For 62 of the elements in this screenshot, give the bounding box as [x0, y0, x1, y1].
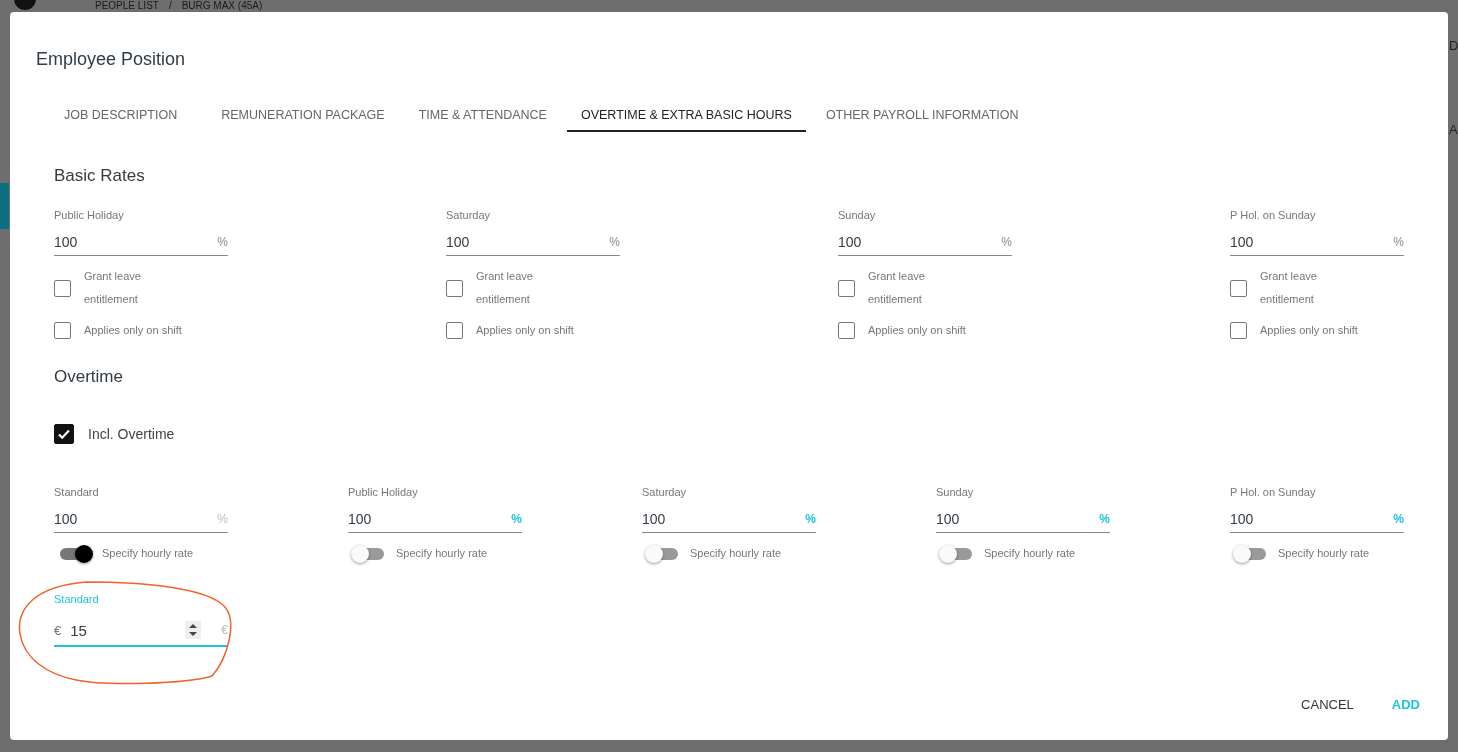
tab[interactable]: OTHER PAYROLL INFORMATION [811, 100, 1033, 132]
field-label: P Hol. on Sunday [1230, 208, 1316, 222]
spinner-icon[interactable] [185, 621, 202, 639]
checkbox[interactable] [446, 279, 463, 297]
field-label: Saturday [446, 208, 491, 222]
checkbox[interactable] [54, 279, 71, 297]
checkbox-label: Grant leave entitlement [1260, 269, 1318, 307]
checkbox[interactable] [446, 322, 463, 339]
section-heading: Basic Rates [54, 165, 146, 187]
field-label: Saturday [642, 485, 687, 499]
input-field[interactable]: 100 % [54, 505, 228, 533]
checkbox-label: Grant leave entitlement [84, 269, 142, 307]
background-text: D [1449, 38, 1458, 53]
checkbox[interactable] [838, 322, 855, 339]
toggle-switch[interactable] [942, 547, 972, 560]
field-label: Standard [54, 485, 99, 499]
toggle-switch[interactable] [1236, 547, 1266, 560]
checkbox-label: Applies only on shift [1260, 323, 1358, 338]
input-field[interactable]: 100 % [348, 505, 522, 533]
checkbox-label: Grant leave entitlement [868, 269, 926, 307]
input-field[interactable]: 100 % [1230, 505, 1404, 533]
input-field[interactable]: € 15 € [54, 615, 228, 647]
input-field[interactable]: 100 % [936, 505, 1110, 533]
field-label: Standard [54, 592, 99, 606]
checkbox[interactable] [1230, 322, 1247, 339]
checkbox[interactable] [1230, 279, 1247, 297]
field-label: Sunday [936, 485, 974, 499]
toggle-switch[interactable] [60, 547, 90, 560]
input-field[interactable]: 100 % [642, 505, 816, 533]
field-label: P Hol. on Sunday [1230, 485, 1316, 499]
checkbox-label: Applies only on shift [84, 323, 182, 338]
breadcrumb-separator: / [168, 0, 172, 11]
checkbox-label: Applies only on shift [868, 323, 966, 338]
toggle-label: Specify hourly rate [396, 546, 488, 561]
input-field[interactable]: 100 % [54, 228, 228, 256]
cancel-button[interactable]: CANCEL [1293, 693, 1362, 716]
field-label: Sunday [838, 208, 876, 222]
toggle-switch[interactable] [354, 547, 384, 560]
input-field[interactable]: 100 % [1230, 228, 1404, 256]
background-text: A [1449, 122, 1458, 137]
toggle-label: Specify hourly rate [984, 546, 1076, 561]
sidebar-highlight [0, 183, 9, 229]
toggle-label: Specify hourly rate [690, 546, 782, 561]
checkbox-label: Grant leave entitlement [476, 269, 534, 307]
checkbox-label: Applies only on shift [476, 323, 574, 338]
checkbox[interactable] [54, 322, 71, 339]
field-label: Public Holiday [348, 485, 418, 499]
field-label: Public Holiday [54, 208, 124, 222]
tab[interactable]: REMUNERATION PACKAGE [207, 100, 399, 132]
toggle-switch[interactable] [648, 547, 678, 560]
toggle-label: Specify hourly rate [1278, 546, 1370, 561]
checkbox-label: Incl. Overtime [88, 426, 175, 442]
dialog-title: Employee Position [36, 48, 187, 70]
tab[interactable]: JOB DESCRIPTION [50, 100, 192, 132]
tab[interactable]: TIME & ATTENDANCE [404, 100, 561, 132]
section-heading: Overtime [54, 366, 124, 388]
input-field[interactable]: 100 % [838, 228, 1012, 256]
checkbox[interactable] [838, 279, 855, 297]
input-field[interactable]: 100 % [446, 228, 620, 256]
checkbox[interactable] [54, 424, 74, 444]
tab[interactable]: OVERTIME & EXTRA BASIC HOURS [566, 100, 806, 132]
toggle-label: Specify hourly rate [102, 546, 194, 561]
